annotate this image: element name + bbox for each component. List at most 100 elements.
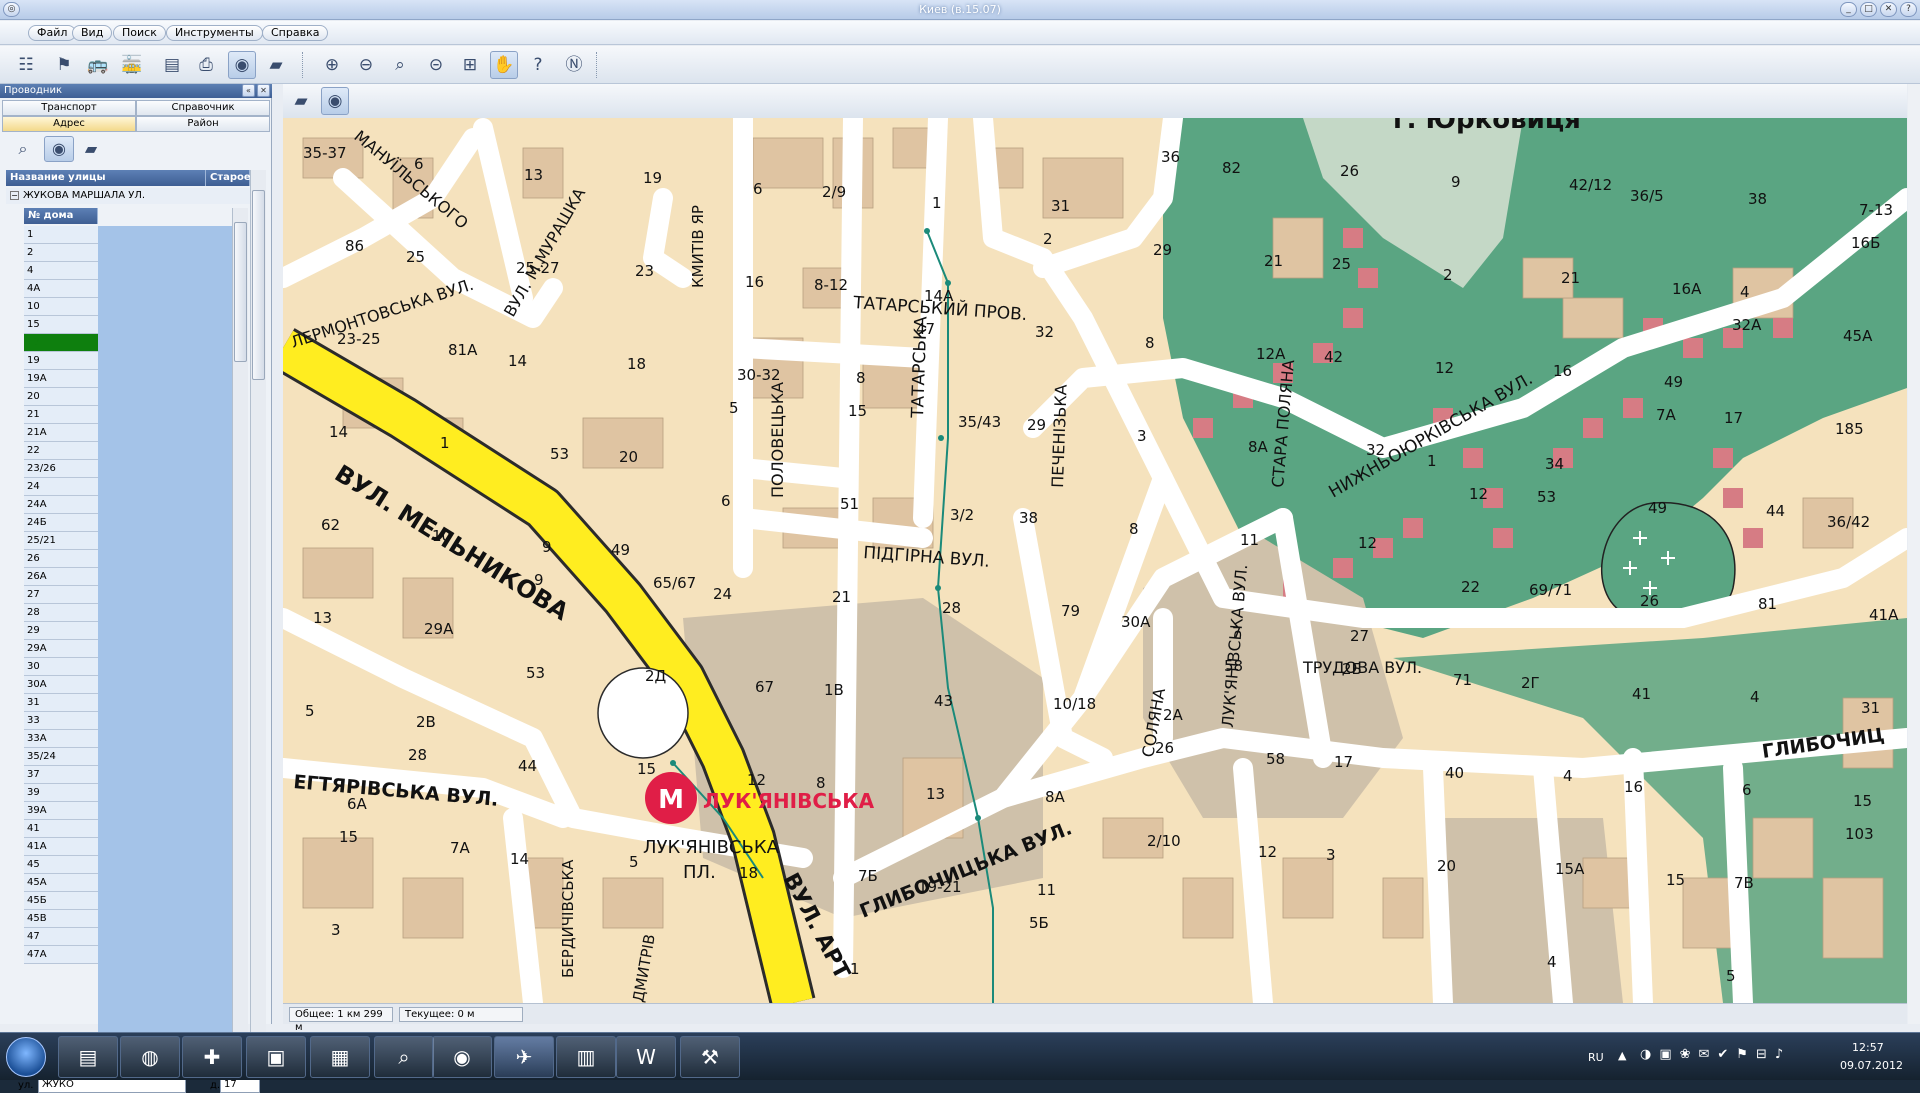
- zoom-window-icon[interactable]: ⌕: [386, 51, 414, 79]
- transport-icon[interactable]: 🚌: [84, 51, 112, 79]
- tray-expand-icon[interactable]: ▲: [1618, 1049, 1626, 1062]
- print-icon[interactable]: ⎙: [192, 51, 220, 79]
- tray-icons[interactable]: ◑▣❀✉✔⚑⊟♪: [1640, 1047, 1791, 1062]
- tab-transport[interactable]: Транспорт: [2, 100, 136, 116]
- house-row[interactable]: 35/24: [24, 748, 98, 766]
- street-row[interactable]: − ЖУКОВА МАРШАЛА УЛ.: [6, 188, 250, 204]
- house-row[interactable]: 2: [24, 244, 98, 262]
- house-row[interactable]: 31: [24, 694, 98, 712]
- scroll-thumb[interactable]: [252, 190, 265, 380]
- firefox-taskbar-icon[interactable]: ◍: [120, 1036, 180, 1078]
- house-row[interactable]: 47: [24, 928, 98, 946]
- house-row[interactable]: 33А: [24, 730, 98, 748]
- house-row[interactable]: 10: [24, 298, 98, 316]
- street-scrollbar[interactable]: [250, 170, 266, 1060]
- tram-icon[interactable]: 🚋: [118, 51, 146, 79]
- clock-time[interactable]: 12:57: [1852, 1041, 1884, 1054]
- menu-help[interactable]: Справка: [262, 25, 329, 41]
- start-button[interactable]: [6, 1037, 46, 1077]
- panel-collapse-button[interactable]: «: [242, 84, 255, 97]
- maximize-button[interactable]: □: [1860, 2, 1877, 17]
- search-icon[interactable]: ⌕: [10, 136, 36, 162]
- house-row[interactable]: 23/26: [24, 460, 98, 478]
- house-row[interactable]: 45А: [24, 874, 98, 892]
- house-row[interactable]: 28: [24, 604, 98, 622]
- panel-close-button[interactable]: ✕: [257, 84, 270, 97]
- house-row[interactable]: 33: [24, 712, 98, 730]
- tab-directory[interactable]: Справочник: [136, 100, 270, 116]
- house-row[interactable]: 29: [24, 622, 98, 640]
- house-row[interactable]: 47А: [24, 946, 98, 964]
- house-row[interactable]: 22: [24, 442, 98, 460]
- map-taskbar-icon[interactable]: ✈: [494, 1036, 554, 1078]
- help-button[interactable]: ?: [1900, 2, 1917, 17]
- route-icon[interactable]: ⚑: [50, 51, 78, 79]
- zoom-min-icon[interactable]: ⊝: [422, 51, 450, 79]
- menu-file[interactable]: Файл: [28, 25, 77, 41]
- zoom-max-icon[interactable]: ⊞: [456, 51, 484, 79]
- house-row[interactable]: 24Б: [24, 514, 98, 532]
- minimize-button[interactable]: _: [1840, 2, 1857, 17]
- notes-taskbar-icon[interactable]: ▥: [556, 1036, 616, 1078]
- column-street-name[interactable]: Название улицы: [6, 170, 206, 186]
- house-row[interactable]: 24: [24, 478, 98, 496]
- tools-taskbar-icon[interactable]: ⚒: [680, 1036, 740, 1078]
- house-row[interactable]: 19: [24, 352, 98, 370]
- house-row[interactable]: 45: [24, 856, 98, 874]
- house-row[interactable]: 39А: [24, 802, 98, 820]
- chrome-taskbar-icon[interactable]: ◉: [432, 1036, 492, 1078]
- menu-view[interactable]: Вид: [72, 25, 113, 41]
- eye-icon[interactable]: ◉: [228, 51, 256, 79]
- metro-station-label[interactable]: ЛУК'ЯНІВСЬКА: [703, 789, 875, 813]
- menu-tools[interactable]: Инструменты: [166, 25, 263, 41]
- column-house-number[interactable]: № дома: [24, 208, 98, 224]
- menu-search[interactable]: Поиск: [113, 25, 166, 41]
- tree-view-icon[interactable]: ☷: [12, 51, 40, 79]
- tab-address[interactable]: Адрес: [2, 116, 136, 132]
- house-row[interactable]: 21: [24, 406, 98, 424]
- house-row[interactable]: 26А: [24, 568, 98, 586]
- tab-district[interactable]: Район: [136, 116, 270, 132]
- zoom-out-icon[interactable]: ⊖: [352, 51, 380, 79]
- eye-icon[interactable]: ◉: [44, 136, 74, 162]
- house-row[interactable]: 17: [24, 334, 98, 352]
- city-map[interactable]: М ЛУК'ЯНІВСЬКА г. Юрковиця ВУЛ. МЕЛЬНИКО…: [283, 118, 1907, 1003]
- house-row[interactable]: 29А: [24, 640, 98, 658]
- explorer-taskbar-icon[interactable]: ▤: [58, 1036, 118, 1078]
- app-taskbar-icon[interactable]: ✚: [182, 1036, 242, 1078]
- house-row[interactable]: 37: [24, 766, 98, 784]
- house-row[interactable]: 45В: [24, 910, 98, 928]
- eraser-icon[interactable]: ▰: [78, 136, 104, 162]
- house-row[interactable]: 20: [24, 388, 98, 406]
- floppy-taskbar-icon[interactable]: ▣: [246, 1036, 306, 1078]
- word-taskbar-icon[interactable]: W: [616, 1036, 676, 1078]
- eye-icon[interactable]: ◉: [321, 87, 349, 115]
- house-scrollbar[interactable]: [232, 208, 248, 1052]
- column-old-name[interactable]: Старое: [206, 170, 251, 186]
- calendar-taskbar-icon[interactable]: ▦: [310, 1036, 370, 1078]
- north-icon[interactable]: Ⓝ: [560, 51, 588, 79]
- house-row[interactable]: 30: [24, 658, 98, 676]
- house-row[interactable]: 19А: [24, 370, 98, 388]
- clock-date[interactable]: 09.07.2012: [1840, 1059, 1903, 1072]
- house-row[interactable]: 15: [24, 316, 98, 334]
- info-icon[interactable]: ?: [524, 51, 552, 79]
- search-taskbar-icon[interactable]: ⌕: [374, 1036, 434, 1078]
- house-row[interactable]: 41: [24, 820, 98, 838]
- house-row[interactable]: 45Б: [24, 892, 98, 910]
- close-button[interactable]: ✕: [1880, 2, 1897, 17]
- house-row[interactable]: 21А: [24, 424, 98, 442]
- house-row[interactable]: 27: [24, 586, 98, 604]
- house-row[interactable]: 39: [24, 784, 98, 802]
- eraser-icon[interactable]: ▰: [287, 87, 315, 115]
- house-row[interactable]: 24А: [24, 496, 98, 514]
- house-row[interactable]: 25/21: [24, 532, 98, 550]
- language-indicator[interactable]: RU: [1588, 1051, 1604, 1064]
- collapse-icon[interactable]: −: [10, 191, 19, 200]
- house-row[interactable]: 26: [24, 550, 98, 568]
- eraser-icon[interactable]: ▰: [262, 51, 290, 79]
- house-row[interactable]: 4А: [24, 280, 98, 298]
- scroll-thumb[interactable]: [234, 222, 247, 362]
- zoom-in-icon[interactable]: ⊕: [318, 51, 346, 79]
- house-row[interactable]: 4: [24, 262, 98, 280]
